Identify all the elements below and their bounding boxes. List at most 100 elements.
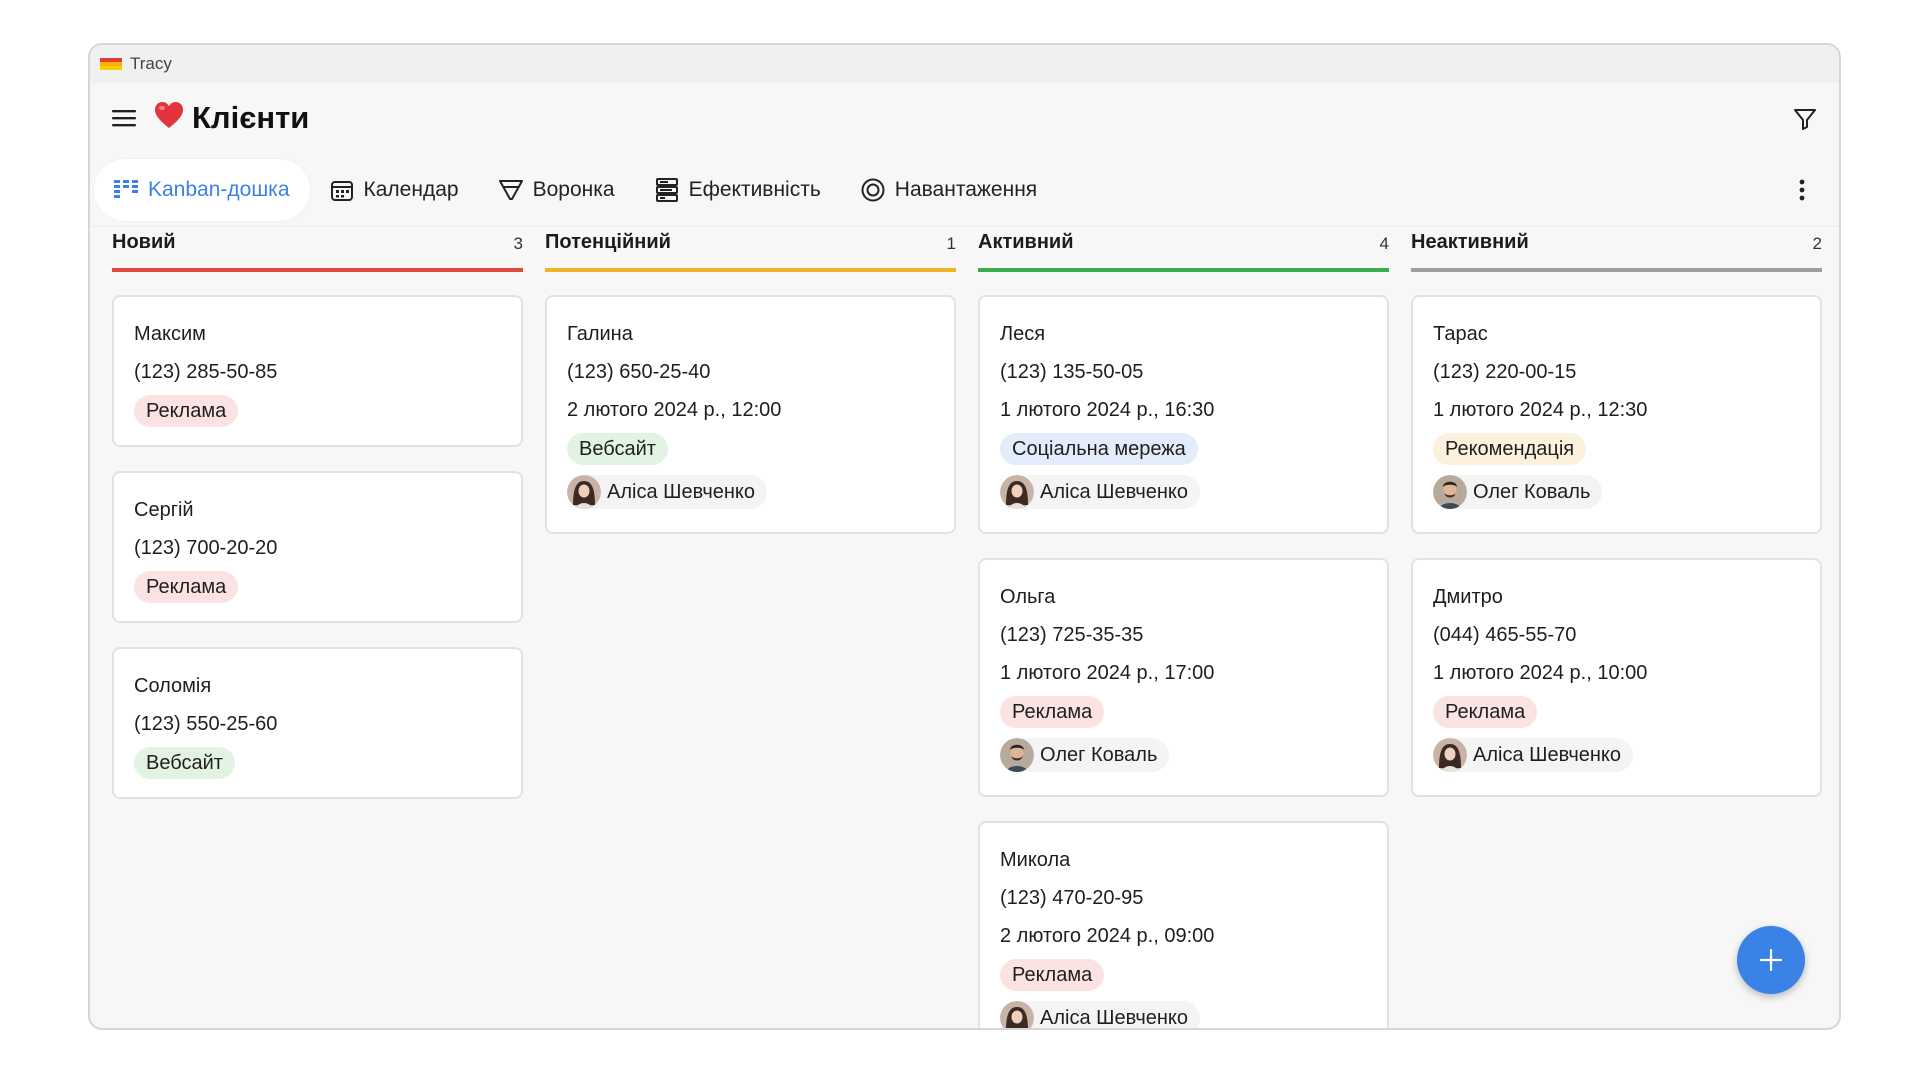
workload-icon bbox=[861, 178, 885, 202]
title-bar: Tracy bbox=[90, 45, 1839, 83]
tab-label: Навантаження bbox=[894, 177, 1038, 201]
client-card[interactable]: Галина (123) 650-25-40 2 лютого 2024 р., 1… bbox=[545, 295, 956, 534]
tab-kanban[interactable]: Kanban-дошка bbox=[94, 158, 310, 221]
source-tag: Реклама bbox=[1000, 696, 1105, 728]
assignee-name: Аліса Шевченко bbox=[1473, 743, 1621, 766]
plus-icon bbox=[1759, 948, 1783, 972]
client-phone: (123) 650-25-40 bbox=[567, 361, 711, 383]
assignee-name: Олег Коваль bbox=[1473, 480, 1591, 503]
client-name: Леся bbox=[1000, 323, 1046, 345]
column-count: 3 bbox=[513, 234, 523, 253]
heart-icon bbox=[154, 101, 184, 135]
source-tag: Реклама bbox=[1000, 959, 1105, 991]
client-card[interactable]: Максим (123) 285-50-85 Реклама bbox=[112, 295, 523, 447]
client-card[interactable]: Леся (123) 135-50-05 1 лютого 2024 р., 16:… bbox=[978, 295, 1389, 534]
client-name: Галина bbox=[567, 323, 633, 345]
source-tag: Вебсайт bbox=[567, 433, 668, 465]
column-title: Неактивний bbox=[1411, 231, 1529, 253]
client-date: 1 лютого 2024 р., 12:30 bbox=[1433, 399, 1648, 421]
calendar-icon bbox=[330, 178, 354, 202]
tab-calendar[interactable]: Календар bbox=[310, 159, 479, 221]
avatar bbox=[1433, 475, 1467, 509]
efficiency-icon bbox=[655, 177, 679, 202]
source-tag: Соціальна мережа bbox=[1000, 433, 1198, 465]
source-tag: Реклама bbox=[134, 571, 239, 603]
more-options-icon[interactable] bbox=[1787, 175, 1817, 205]
client-name: Микола bbox=[1000, 849, 1071, 871]
tab-label: Kanban-дошка bbox=[148, 177, 290, 201]
column-count: 2 bbox=[1812, 234, 1822, 253]
source-tag: Рекомендація bbox=[1433, 433, 1587, 465]
avatar bbox=[1000, 475, 1034, 509]
client-date: 2 лютого 2024 р., 12:00 bbox=[567, 399, 782, 421]
source-tag: Вебсайт bbox=[134, 747, 235, 779]
assignee-chip[interactable]: Аліса Шевченко bbox=[1433, 738, 1633, 772]
column-count: 1 bbox=[946, 234, 956, 253]
client-phone: (123) 285-50-85 bbox=[134, 361, 278, 383]
avatar bbox=[567, 475, 601, 509]
kanban-icon bbox=[114, 178, 138, 202]
filter-icon[interactable] bbox=[1789, 103, 1821, 135]
client-phone: (123) 700-20-20 bbox=[134, 537, 278, 559]
app-logo-icon bbox=[100, 58, 122, 70]
kanban-board: Новий 3 Максим (123) 285-50-85 Реклама Сергій… bbox=[112, 228, 1822, 1029]
client-date: 1 лютого 2024 р., 10:00 bbox=[1433, 662, 1648, 684]
avatar bbox=[1000, 1001, 1034, 1028]
assignee-chip[interactable]: Олег Коваль bbox=[1433, 475, 1603, 509]
client-name: Дмитро bbox=[1433, 586, 1503, 608]
client-card[interactable]: Соломія (123) 550-25-60 Вебсайт bbox=[112, 647, 523, 799]
source-tag: Реклама bbox=[1433, 696, 1538, 728]
column-header: Новий 3 bbox=[112, 228, 523, 272]
client-card[interactable]: Ольга (123) 725-35-35 1 лютого 2024 р., 17… bbox=[978, 558, 1389, 797]
avatar bbox=[1433, 738, 1467, 772]
client-date: 1 лютого 2024 р., 16:30 bbox=[1000, 399, 1215, 421]
tab-label: Календар bbox=[363, 177, 459, 201]
kanban-column: Неактивний 2 Тарас (123) 220-00-15 1 лютого … bbox=[1411, 228, 1822, 1028]
client-card[interactable]: Тарас (123) 220-00-15 1 лютого 2024 р., 12… bbox=[1411, 295, 1822, 534]
client-phone: (123) 550-25-60 bbox=[134, 713, 278, 735]
client-date: 2 лютого 2024 р., 09:00 bbox=[1000, 925, 1215, 947]
client-phone: (123) 470-20-95 bbox=[1000, 887, 1144, 909]
funnel-icon bbox=[498, 178, 523, 202]
client-card[interactable]: Сергій (123) 700-20-20 Реклама bbox=[112, 471, 523, 623]
view-tabs: Kanban-дошка Календар Воронка Ефективніс… bbox=[90, 153, 1839, 227]
client-name: Ольга bbox=[1000, 586, 1056, 608]
tab-funnel[interactable]: Воронка bbox=[479, 159, 635, 221]
assignee-name: Аліса Шевченко bbox=[1040, 480, 1188, 503]
tab-efficiency[interactable]: Ефективність bbox=[635, 159, 841, 221]
kanban-column: Потенційний 1 Галина (123) 650-25-40 2 лютог… bbox=[545, 228, 956, 1028]
menu-icon[interactable] bbox=[108, 102, 140, 134]
client-phone: (123) 725-35-35 bbox=[1000, 624, 1144, 646]
page-header: Клієнти bbox=[90, 83, 1839, 153]
column-header: Потенційний 1 bbox=[545, 228, 956, 272]
column-title: Новий bbox=[112, 231, 176, 253]
kanban-column: Новий 3 Максим (123) 285-50-85 Реклама Сергій… bbox=[112, 228, 523, 1028]
column-count: 4 bbox=[1379, 234, 1389, 253]
column-header: Неактивний 2 bbox=[1411, 228, 1822, 272]
client-phone: (123) 135-50-05 bbox=[1000, 361, 1144, 383]
column-title: Потенційний bbox=[545, 231, 671, 253]
assignee-chip[interactable]: Олег Коваль bbox=[1000, 738, 1170, 772]
client-phone: (044) 465-55-70 bbox=[1433, 624, 1577, 646]
client-card[interactable]: Дмитро (044) 465-55-70 1 лютого 2024 р., 1… bbox=[1411, 558, 1822, 797]
client-name: Максим bbox=[134, 323, 206, 345]
page-title: Клієнти bbox=[192, 100, 310, 135]
assignee-chip[interactable]: Аліса Шевченко bbox=[1000, 1001, 1200, 1029]
assignee-chip[interactable]: Аліса Шевченко bbox=[567, 475, 767, 509]
source-tag: Реклама bbox=[134, 395, 239, 427]
tab-workload[interactable]: Навантаження bbox=[841, 159, 1057, 221]
column-header: Активний 4 bbox=[978, 228, 1389, 272]
add-client-button[interactable] bbox=[1737, 926, 1805, 994]
client-name: Соломія bbox=[134, 675, 212, 697]
client-card[interactable]: Микола (123) 470-20-95 2 лютого 2024 р., 0… bbox=[978, 821, 1389, 1029]
assignee-name: Аліса Шевченко bbox=[1040, 1006, 1188, 1029]
avatar bbox=[1000, 738, 1034, 772]
client-name: Тарас bbox=[1433, 323, 1488, 345]
assignee-name: Аліса Шевченко bbox=[607, 480, 755, 503]
tab-label: Воронка bbox=[532, 177, 615, 201]
window-title: Tracy bbox=[130, 54, 172, 73]
assignee-chip[interactable]: Аліса Шевченко bbox=[1000, 475, 1200, 509]
column-title: Активний bbox=[978, 231, 1074, 253]
client-date: 1 лютого 2024 р., 17:00 bbox=[1000, 662, 1215, 684]
assignee-name: Олег Коваль bbox=[1040, 743, 1158, 766]
